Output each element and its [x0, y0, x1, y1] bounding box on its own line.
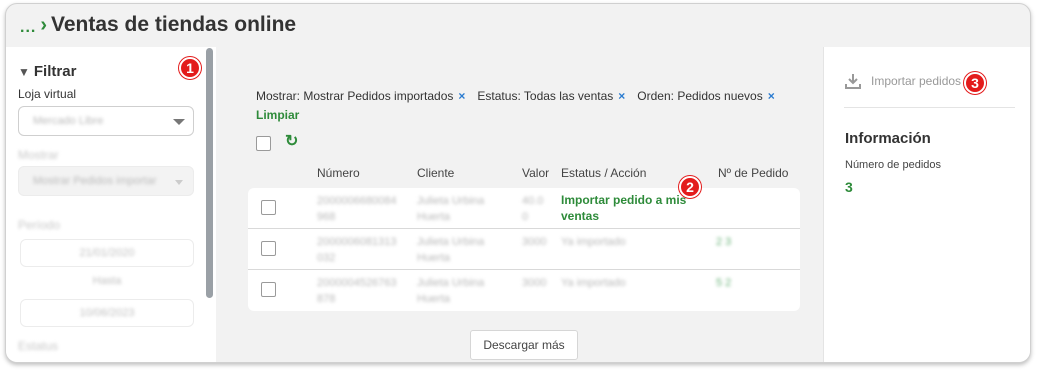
page-title: Ventas de tiendas online — [51, 13, 297, 36]
chevron-right-icon: › — [40, 13, 48, 36]
date-to-value: 10/06/2023 — [79, 307, 135, 319]
column-header-number: Número — [317, 166, 360, 180]
order-number: 2000006081313 032 — [317, 236, 397, 264]
order-status: Ya importado — [561, 236, 626, 248]
date-to-field[interactable]: 10/06/2023 — [20, 299, 194, 327]
until-label-text: Hasta — [92, 275, 122, 287]
filter-chip-show: Mostrar: Mostrar Pedidos importados — [256, 89, 454, 103]
orders-count-label: Número de pedidos — [845, 159, 942, 171]
table-row: 2000004526763 878 Julieta Urbina Huerta … — [248, 270, 800, 311]
row-checkbox[interactable] — [261, 282, 276, 297]
order-number: 2000004526763 878 — [317, 277, 397, 305]
refresh-icon[interactable]: ↻ — [285, 131, 298, 151]
chevron-down-icon — [173, 119, 185, 125]
select-all-checkbox[interactable] — [256, 136, 271, 151]
funnel-icon: ▼ — [18, 64, 30, 79]
client-name: Julieta Urbina Huerta — [417, 277, 485, 305]
annotation-marker-2: 2 — [679, 176, 701, 198]
date-from-value: 21/01/2020 — [79, 247, 135, 259]
show-label: Mostrar — [18, 148, 59, 162]
column-header-value: Valor — [522, 166, 550, 180]
import-orders-label: Importar pedidos — [871, 74, 962, 88]
annotation-marker-3: 3 — [964, 72, 986, 94]
page-header: ... › Ventas de tiendas online — [20, 10, 296, 40]
order-number: 2000006680084 968 — [317, 195, 397, 223]
column-header-order-no: Nº de Pedido — [718, 166, 789, 180]
table-row: 2000006680084 968 Julieta Urbina Huerta … — [248, 188, 800, 229]
client-name: Julieta Urbina Huerta — [417, 195, 485, 223]
until-label: Hasta — [20, 275, 194, 287]
annotation-marker-1: 1 — [179, 57, 201, 79]
order-value: 40.0 0 — [522, 195, 544, 223]
remove-filter-show-icon[interactable]: × — [458, 89, 465, 103]
store-select[interactable]: Mercado Libre — [18, 106, 194, 136]
table-row: 2000006081313 032 Julieta Urbina Huerta … — [248, 229, 800, 270]
show-select[interactable]: Mostrar Pedidos importar — [18, 166, 194, 196]
order-no[interactable]: 2 3 — [716, 234, 736, 250]
status-label: Estatus — [18, 339, 59, 353]
store-select-value: Mercado Libre — [33, 115, 104, 127]
store-label: Loja virtual — [18, 87, 77, 101]
row-checkbox[interactable] — [261, 200, 276, 215]
info-panel: Importar pedidos Información Número de p… — [823, 47, 1030, 362]
client-name: Julieta Urbina Huerta — [417, 236, 485, 264]
sidebar-scrollbar[interactable] — [206, 48, 213, 298]
show-select-value: Mostrar Pedidos importar — [33, 175, 157, 187]
remove-filter-order-icon[interactable]: × — [768, 89, 775, 103]
filter-chip-status: Estatus: Todas las ventas — [477, 89, 614, 103]
column-header-client: Cliente — [417, 166, 455, 180]
chevron-down-icon — [175, 180, 183, 185]
download-icon — [845, 74, 861, 89]
period-label: Período — [18, 218, 61, 232]
info-title: Información — [845, 130, 931, 147]
column-header-status: Estatus / Acción — [561, 166, 647, 180]
order-value: 3000 — [522, 277, 547, 289]
app-window: ... › Ventas de tiendas online ▼ Filtrar… — [5, 3, 1031, 363]
divider — [844, 107, 1015, 108]
import-order-link[interactable]: Importar pedido a mis ventas — [561, 192, 701, 224]
filter-heading: ▼ Filtrar — [18, 63, 76, 80]
breadcrumb-ellipsis[interactable]: ... — [20, 19, 36, 37]
order-value: 3000 — [522, 236, 547, 248]
order-no[interactable]: 5 2 — [716, 275, 736, 291]
orders-panel: Mostrar: Mostrar Pedidos importados × Esta… — [218, 47, 823, 362]
import-orders-button[interactable]: Importar pedidos — [845, 73, 961, 89]
clear-filters-link[interactable]: Limpiar — [256, 108, 299, 122]
order-status: Ya importado — [561, 277, 626, 289]
row-checkbox[interactable] — [261, 241, 276, 256]
filter-sidebar: ▼ Filtrar Loja virtual Mercado Libre Mos… — [6, 47, 216, 362]
orders-count-value: 3 — [845, 179, 853, 195]
orders-table: 2000006680084 968 Julieta Urbina Huerta … — [248, 188, 800, 311]
load-more-button[interactable]: Descargar más — [470, 330, 578, 360]
filter-title: Filtrar — [33, 63, 77, 80]
filter-chip-order: Orden: Pedidos nuevos — [637, 89, 763, 103]
date-from-field[interactable]: 21/01/2020 — [20, 239, 194, 267]
remove-filter-status-icon[interactable]: × — [618, 89, 625, 103]
active-filters: Mostrar: Mostrar Pedidos importados × Esta… — [256, 89, 787, 103]
